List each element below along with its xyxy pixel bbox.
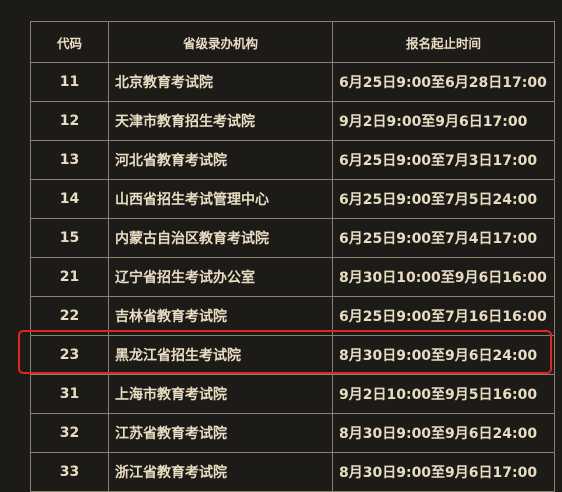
row-org: 天津市教育招生考试院 [108,101,333,141]
row-code: 11 [30,62,109,102]
row-org: 吉林省教育考试院 [108,296,333,336]
table-row: 14 山西省招生考试管理中心 6月25日9:00至7月5日24:00 [30,179,555,219]
row-time: 6月25日9:00至6月28日17:00 [332,62,555,102]
table-row: 33 浙江省教育考试院 8月30日9:00至9月6日17:00 [30,452,555,492]
row-code: 13 [30,140,109,180]
row-code: 12 [30,101,109,141]
registration-table: 代码 省级录办机构 报名起止时间 11 北京教育考试院 6月25日9:00至6月… [30,21,555,492]
row-code: 32 [30,413,109,453]
row-org: 辽宁省招生考试办公室 [108,257,333,297]
row-org: 浙江省教育考试院 [108,452,333,492]
row-code: 31 [30,374,109,414]
table-row: 13 河北省教育考试院 6月25日9:00至7月3日17:00 [30,140,555,180]
row-time: 8月30日9:00至9月6日24:00 [332,413,555,453]
row-org: 河北省教育考试院 [108,140,333,180]
row-code: 22 [30,296,109,336]
table-row: 15 内蒙古自治区教育考试院 6月25日9:00至7月4日17:00 [30,218,555,258]
row-time: 8月30日9:00至9月6日24:00 [332,335,555,375]
row-org: 上海市教育考试院 [108,374,333,414]
row-time: 8月30日10:00至9月6日16:00 [332,257,555,297]
table-row: 21 辽宁省招生考试办公室 8月30日10:00至9月6日16:00 [30,257,555,297]
row-time: 9月2日10:00至9月5日16:00 [332,374,555,414]
row-org: 北京教育考试院 [108,62,333,102]
row-time: 6月25日9:00至7月4日17:00 [332,218,555,258]
row-org: 黑龙江省招生考试院 [108,335,333,375]
registration-table-container: 代码 省级录办机构 报名起止时间 11 北京教育考试院 6月25日9:00至6月… [30,21,555,492]
row-code: 23 [30,335,109,375]
row-time: 9月2日9:00至9月6日17:00 [332,101,555,141]
table-row: 11 北京教育考试院 6月25日9:00至6月28日17:00 [30,62,555,102]
row-code: 33 [30,452,109,492]
table-row: 12 天津市教育招生考试院 9月2日9:00至9月6日17:00 [30,101,555,141]
row-code: 21 [30,257,109,297]
row-code: 14 [30,179,109,219]
table-row-highlighted: 23 黑龙江省招生考试院 8月30日9:00至9月6日24:00 [30,335,555,375]
row-code: 15 [30,218,109,258]
row-org: 江苏省教育考试院 [108,413,333,453]
table-row: 31 上海市教育考试院 9月2日10:00至9月5日16:00 [30,374,555,414]
row-time: 8月30日9:00至9月6日17:00 [332,452,555,492]
row-time: 6月25日9:00至7月3日17:00 [332,140,555,180]
header-time: 报名起止时间 [332,21,555,63]
table-header-row: 代码 省级录办机构 报名起止时间 [30,21,555,63]
row-org: 山西省招生考试管理中心 [108,179,333,219]
row-org: 内蒙古自治区教育考试院 [108,218,333,258]
table-row: 22 吉林省教育考试院 6月25日9:00至7月16日16:00 [30,296,555,336]
table-row: 32 江苏省教育考试院 8月30日9:00至9月6日24:00 [30,413,555,453]
row-time: 6月25日9:00至7月5日24:00 [332,179,555,219]
header-code: 代码 [30,21,109,63]
header-org: 省级录办机构 [108,21,333,63]
row-time: 6月25日9:00至7月16日16:00 [332,296,555,336]
